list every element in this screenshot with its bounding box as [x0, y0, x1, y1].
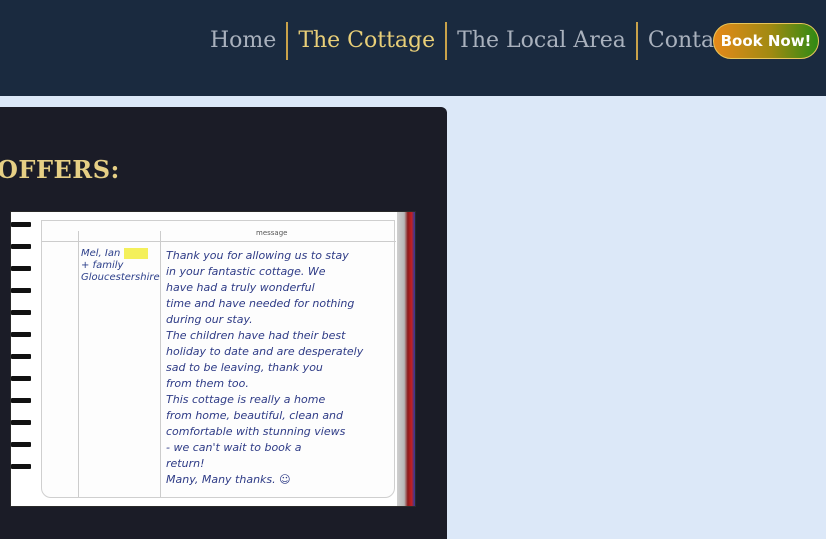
guest-name: Mel, Ian + family Gloucestershire [81, 248, 160, 283]
guest-message: Thank you for allowing us to stay in you… [166, 249, 364, 486]
main-nav: Home The Cottage The Local Area Contact … [200, 22, 782, 60]
message-column-header: message [256, 229, 288, 237]
nav-home[interactable]: Home [200, 22, 286, 60]
spiral-binding [11, 222, 33, 492]
site-header: Home The Cottage The Local Area Contact … [0, 0, 826, 96]
page-edge [397, 212, 415, 506]
nav-the-cottage[interactable]: The Cottage [288, 22, 445, 60]
offers-panel: OFFERS: message Mel, Ian + family Glouce… [0, 107, 447, 539]
guestbook-image: message Mel, Ian + family Gloucestershir… [11, 212, 415, 506]
nav-the-local-area[interactable]: The Local Area [447, 22, 636, 60]
offers-title: OFFERS: [0, 155, 120, 184]
book-now-button[interactable]: Book Now! [713, 23, 819, 59]
guestbook-page: message Mel, Ian + family Gloucestershir… [41, 220, 396, 498]
